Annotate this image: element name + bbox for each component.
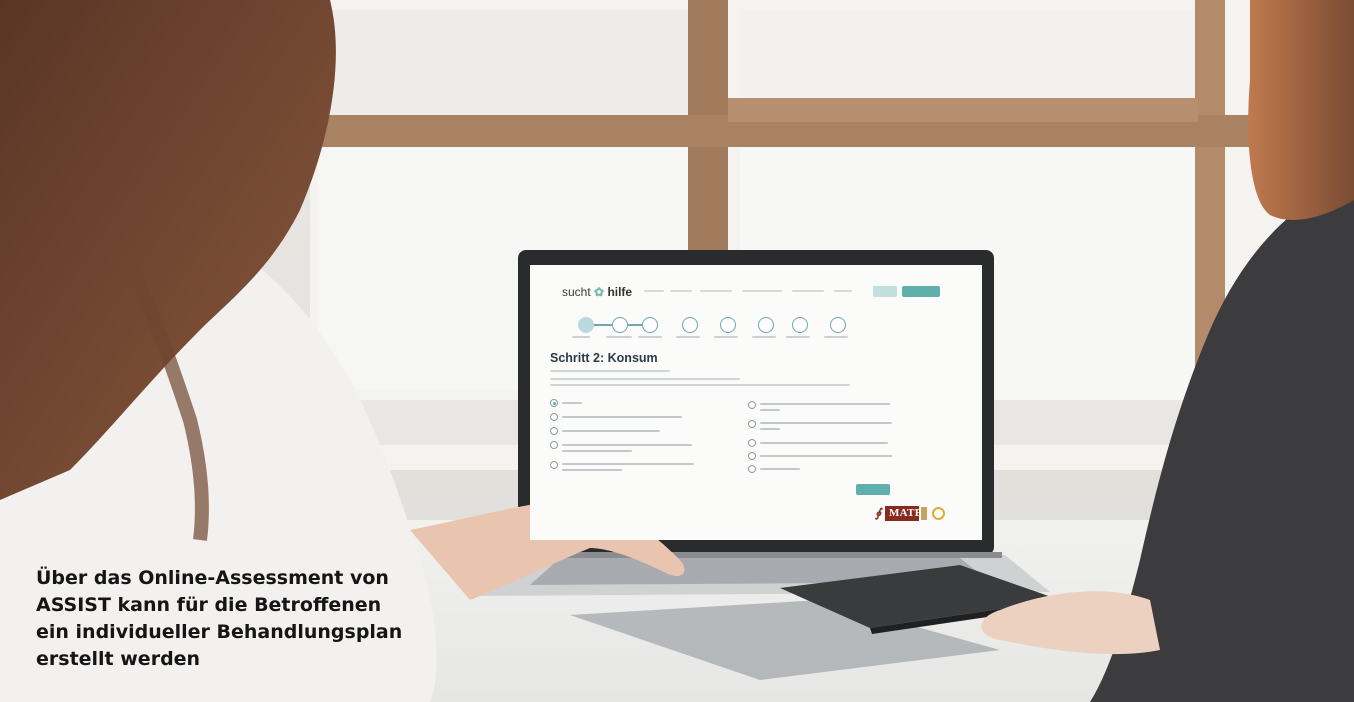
window-pane-tr [740,10,1210,110]
nav-link[interactable] [834,290,852,292]
laptop-hinge [510,552,1002,558]
page-title: Schritt 2: Konsum [550,351,658,365]
window-pane-tl [318,10,688,128]
step-circle[interactable] [720,317,736,333]
step-circle[interactable] [578,317,594,333]
option-label [562,450,632,452]
option-label [760,468,800,470]
step-circle[interactable] [682,317,698,333]
option-label [760,409,780,411]
step-progress [570,317,890,347]
option-label [562,469,622,471]
step-circle[interactable] [792,317,808,333]
option-label [760,442,888,444]
step-label [714,336,738,338]
option-radio[interactable] [550,461,558,469]
step-circle[interactable] [642,317,658,333]
nav-link[interactable] [644,290,664,292]
next-button[interactable] [856,484,890,495]
nav-link[interactable] [670,290,692,292]
caption-line: ein individueller Behandlungsplan [36,621,403,643]
mate-swoosh-icon: ∮ [875,506,882,520]
step-circle[interactable] [612,317,628,333]
option-radio[interactable] [748,420,756,428]
logo-text-right: hilfe [607,285,633,299]
step-label [638,336,662,338]
step-connector [628,324,642,326]
step-label [606,336,632,338]
option-label [760,428,780,430]
nav-link[interactable] [700,290,732,292]
option-radio[interactable] [550,441,558,449]
option-label [760,403,890,405]
option-radio[interactable] [748,465,756,473]
partner-logo-icon [932,507,945,520]
caption-line: Über das Online-Assessment von [36,567,389,589]
mate-logo-block [921,507,927,520]
intro-text [550,370,670,372]
window-frame-horizontal-inner [728,98,1198,122]
step-label [752,336,776,338]
caption-line: erstellt werden [36,648,201,670]
option-label [562,430,660,432]
step-label [572,336,590,338]
mate-logo-text: MATE [889,507,923,519]
option-label [562,444,692,446]
register-button[interactable] [902,286,940,297]
photo-caption: Über das Online-Assessment von ASSIST ka… [36,565,456,673]
site-navbar: sucht ✿ hilfe [530,265,982,311]
option-radio[interactable] [550,413,558,421]
option-radio[interactable] [748,439,756,447]
right-person-hair [1248,0,1354,220]
step-label [824,336,848,338]
option-label [562,402,582,404]
mate-logo: ∮ MATE [875,506,927,521]
option-label [760,455,892,457]
nav-link[interactable] [742,290,782,292]
option-radio[interactable] [550,399,558,407]
login-button[interactable] [873,286,897,297]
option-radio[interactable] [748,452,756,460]
option-label [760,422,892,424]
option-label [562,416,682,418]
intro-text [550,384,850,386]
step-circle[interactable] [830,317,846,333]
intro-text [550,378,740,380]
step-circle[interactable] [758,317,774,333]
option-label [562,463,694,465]
leaf-icon: ✿ [594,285,605,299]
suchthilfe-logo: sucht ✿ hilfe [562,285,632,299]
option-radio[interactable] [748,401,756,409]
photo: sucht ✿ hilfe Schritt 2: Konsum ∮ MATE Ü… [0,0,1354,702]
nav-link[interactable] [792,290,824,292]
step-label [786,336,810,338]
option-radio[interactable] [550,427,558,435]
step-label [676,336,700,338]
logo-text-left: sucht [562,285,591,299]
laptop-screen: sucht ✿ hilfe Schritt 2: Konsum ∮ MATE [530,265,982,540]
caption-line: ASSIST kann für die Betroffenen [36,594,382,616]
step-connector [594,324,612,326]
